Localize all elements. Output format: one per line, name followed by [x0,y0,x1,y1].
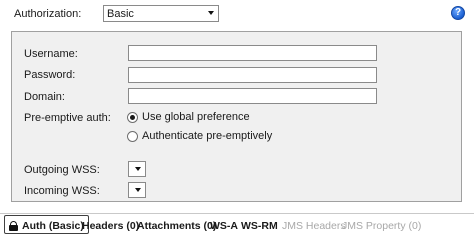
domain-field[interactable] [128,88,377,104]
radio-authenticate-preemptively-label: Authenticate pre-emptively [142,130,273,142]
tab-auth-label: Auth (Basic) [22,219,84,232]
outgoing-wss-select[interactable] [128,161,146,177]
tab-jms-headers[interactable]: JMS Headers [282,219,346,233]
chevron-down-icon [135,167,141,171]
tab-headers[interactable]: Headers (0) [82,219,139,233]
chevron-down-icon [135,188,141,192]
authorization-select-value: Basic [107,7,134,20]
tab-bar: Auth (Basic) Headers (0) Attachments (0)… [0,213,474,240]
help-icon[interactable]: ? [451,6,465,20]
password-field[interactable] [128,67,377,83]
tab-ws-a[interactable]: WS-A [210,219,238,233]
preemptive-auth-label: Pre-emptive auth: [24,112,111,124]
chevron-down-icon [208,11,214,15]
tab-auth[interactable]: Auth (Basic) [4,215,89,234]
authorization-select[interactable]: Basic [103,5,219,22]
username-field[interactable] [128,45,377,61]
username-label: Username: [24,48,78,60]
radio-use-global-preference-label: Use global preference [142,111,250,123]
tab-ws-rm[interactable]: WS-RM [241,219,278,233]
tab-attachments[interactable]: Attachments (0) [137,219,216,233]
radio-use-global-preference[interactable] [127,112,138,123]
radio-authenticate-preemptively[interactable] [127,131,138,142]
password-label: Password: [24,69,76,81]
incoming-wss-select[interactable] [128,182,146,198]
outgoing-wss-label: Outgoing WSS: [24,164,100,176]
domain-label: Domain: [24,91,65,103]
tab-jms-property[interactable]: JMS Property (0) [342,219,421,233]
lock-icon [9,220,18,231]
authorization-label: Authorization: [14,8,82,20]
incoming-wss-label: Incoming WSS: [24,185,100,197]
